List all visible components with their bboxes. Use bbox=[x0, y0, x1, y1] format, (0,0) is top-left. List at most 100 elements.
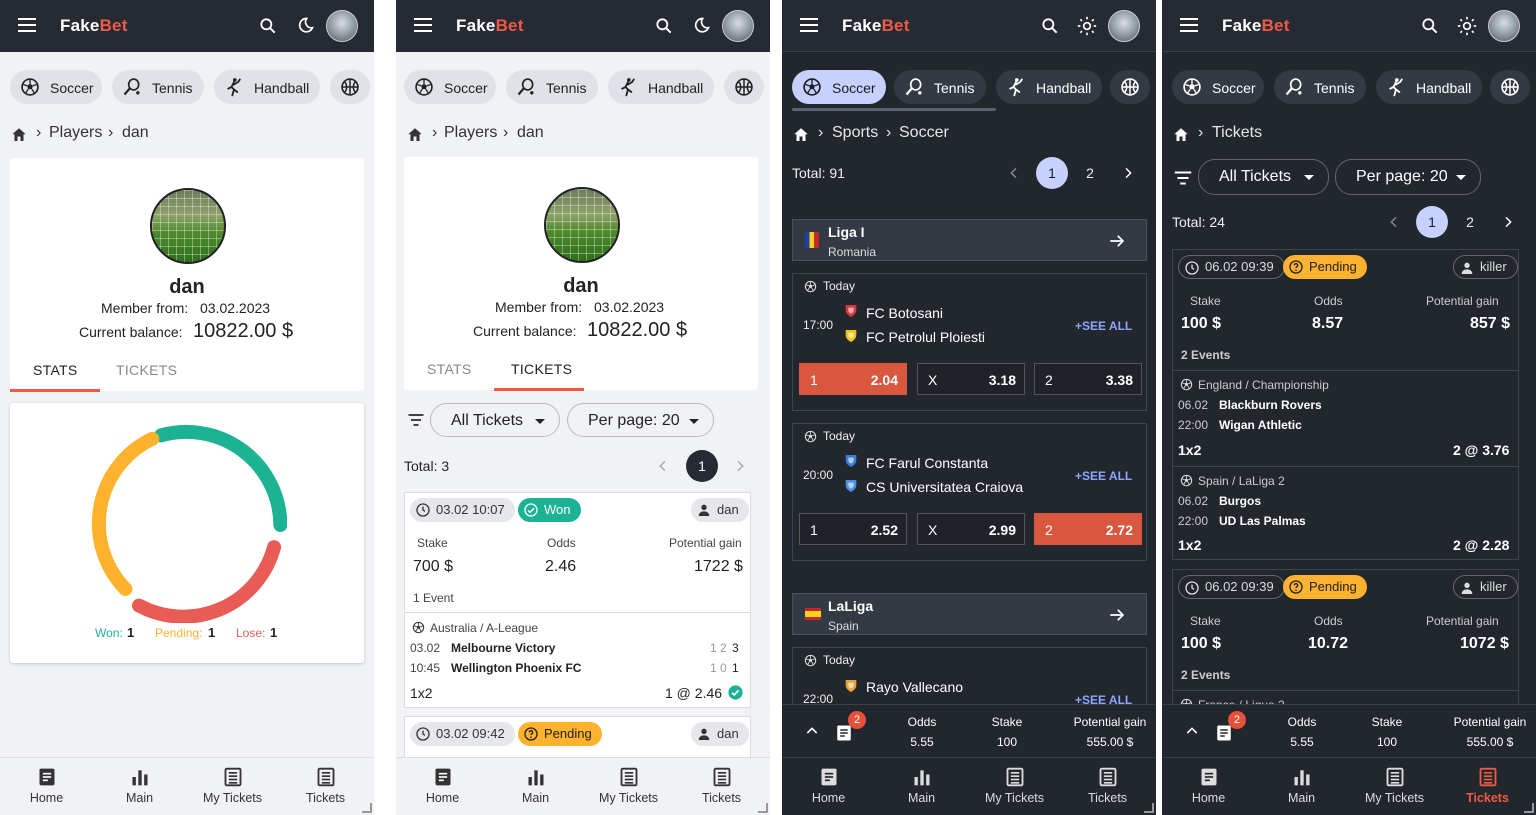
ticket-card[interactable]: 03.02 10:07 Won dan Stake Odds Potential… bbox=[404, 492, 751, 708]
chip-tennis[interactable]: Tennis bbox=[894, 70, 986, 104]
home-icon[interactable] bbox=[1172, 126, 1190, 144]
chevron-left-icon[interactable] bbox=[1386, 214, 1402, 230]
avatar[interactable] bbox=[1108, 10, 1140, 42]
per-page-select[interactable]: Per page: 20 bbox=[567, 403, 714, 437]
odd-button-1[interactable]: 1 2.52 bbox=[799, 513, 907, 545]
chip-tennis[interactable]: Tennis bbox=[112, 70, 204, 104]
chevron-left-icon[interactable] bbox=[655, 458, 671, 474]
league-header[interactable]: LaLiga Spain bbox=[792, 593, 1147, 635]
odd-button-x[interactable]: X 3.18 bbox=[917, 363, 1025, 395]
filter-icon[interactable] bbox=[1172, 167, 1194, 189]
nav-my-tickets[interactable]: My Tickets bbox=[582, 758, 675, 815]
moon-icon[interactable] bbox=[295, 16, 315, 36]
nav-main[interactable]: Main bbox=[93, 758, 186, 815]
odd-button-2[interactable]: 2 3.38 bbox=[1034, 363, 1142, 395]
tab-stats[interactable]: STATS bbox=[33, 362, 78, 378]
chevron-right-icon[interactable] bbox=[732, 458, 748, 474]
breadcrumb-players[interactable]: Players bbox=[444, 124, 497, 142]
chevron-left-icon[interactable] bbox=[1006, 165, 1022, 181]
breadcrumb-sports[interactable]: Sports bbox=[832, 124, 878, 142]
nav-my-tickets[interactable]: My Tickets bbox=[1348, 758, 1441, 815]
search-icon[interactable] bbox=[1040, 16, 1060, 36]
resize-handle[interactable] bbox=[362, 803, 372, 813]
menu-icon[interactable] bbox=[414, 14, 432, 34]
betslip-bar[interactable]: 2 Odds 5.55 Stake 100 Potential gain 555… bbox=[1162, 704, 1536, 756]
chevron-right-icon[interactable] bbox=[1120, 165, 1136, 181]
nav-tickets[interactable]: Tickets bbox=[675, 758, 768, 815]
search-icon[interactable] bbox=[258, 16, 278, 36]
ticket-filter-select[interactable]: All Tickets bbox=[1198, 159, 1329, 195]
nav-home[interactable]: Home bbox=[1162, 758, 1255, 815]
sun-icon[interactable] bbox=[1077, 16, 1097, 36]
resize-handle[interactable] bbox=[1524, 803, 1534, 813]
chevron-up-icon[interactable] bbox=[1184, 723, 1200, 739]
home-icon[interactable] bbox=[10, 126, 28, 144]
chip-basketball[interactable] bbox=[1110, 70, 1150, 104]
menu-icon[interactable] bbox=[1180, 14, 1198, 34]
see-all-link[interactable]: +SEE ALL bbox=[1075, 469, 1132, 483]
breadcrumb-players[interactable]: Players bbox=[49, 124, 102, 142]
nav-tickets[interactable]: Tickets bbox=[1441, 758, 1534, 815]
search-icon[interactable] bbox=[654, 16, 674, 36]
odd-button-x[interactable]: X 2.99 bbox=[917, 513, 1025, 545]
menu-icon[interactable] bbox=[800, 14, 818, 34]
chevron-right-icon[interactable] bbox=[1500, 214, 1516, 230]
chip-soccer[interactable]: Soccer bbox=[1172, 70, 1264, 104]
page-1[interactable]: 1 bbox=[1036, 157, 1068, 189]
nav-main[interactable]: Main bbox=[489, 758, 582, 815]
brand-logo[interactable]: FakeBet bbox=[1222, 16, 1290, 36]
chip-tennis[interactable]: Tennis bbox=[506, 70, 598, 104]
tab-tickets[interactable]: TICKETS bbox=[116, 362, 177, 378]
nav-home[interactable]: Home bbox=[782, 758, 875, 815]
chips-scrollbar[interactable] bbox=[792, 108, 996, 111]
avatar[interactable] bbox=[1488, 10, 1520, 42]
ticket-card[interactable]: 06.02 09:39 Pending killer Stake Odds Po… bbox=[1172, 249, 1519, 560]
chip-handball[interactable]: Handball bbox=[214, 70, 320, 104]
chip-handball[interactable]: Handball bbox=[1376, 70, 1482, 104]
menu-icon[interactable] bbox=[18, 14, 36, 34]
chip-basketball[interactable] bbox=[724, 70, 764, 104]
chevron-up-icon[interactable] bbox=[804, 723, 820, 739]
resize-handle[interactable] bbox=[1144, 803, 1154, 813]
chip-tennis[interactable]: Tennis bbox=[1274, 70, 1366, 104]
avatar[interactable] bbox=[722, 10, 754, 42]
home-icon[interactable] bbox=[792, 126, 810, 144]
avatar[interactable] bbox=[326, 10, 358, 42]
ticket-card[interactable]: 06.02 09:39 Pending killer Stake Odds Po… bbox=[1172, 569, 1519, 719]
brand-logo[interactable]: FakeBet bbox=[60, 16, 128, 36]
nav-my-tickets[interactable]: My Tickets bbox=[186, 758, 279, 815]
brand-logo[interactable]: FakeBet bbox=[842, 16, 910, 36]
nav-home[interactable]: Home bbox=[396, 758, 489, 815]
chip-handball[interactable]: Handball bbox=[996, 70, 1102, 104]
nav-my-tickets[interactable]: My Tickets bbox=[968, 758, 1061, 815]
chip-handball[interactable]: Handball bbox=[608, 70, 714, 104]
page-1[interactable]: 1 bbox=[1416, 206, 1448, 238]
chip-basketball[interactable] bbox=[330, 70, 370, 104]
betslip-bar[interactable]: 2 Odds 5.55 Stake 100 Potential gain 555… bbox=[782, 704, 1156, 756]
odd-button-1[interactable]: 1 2.04 bbox=[799, 363, 907, 395]
brand-logo[interactable]: FakeBet bbox=[456, 16, 524, 36]
league-header[interactable]: Liga I Romania bbox=[792, 219, 1147, 261]
nav-main[interactable]: Main bbox=[875, 758, 968, 815]
moon-icon[interactable] bbox=[691, 16, 711, 36]
nav-tickets[interactable]: Tickets bbox=[1061, 758, 1154, 815]
page-1[interactable]: 1 bbox=[686, 450, 718, 482]
per-page-select[interactable]: Per page: 20 bbox=[1335, 159, 1481, 195]
search-icon[interactable] bbox=[1420, 16, 1440, 36]
see-all-link[interactable]: +SEE ALL bbox=[1075, 319, 1132, 333]
chip-soccer[interactable]: Soccer bbox=[792, 70, 886, 104]
filter-icon[interactable] bbox=[406, 410, 426, 430]
chip-basketball[interactable] bbox=[1490, 70, 1530, 104]
chip-soccer[interactable]: Soccer bbox=[404, 70, 496, 104]
resize-handle[interactable] bbox=[758, 803, 768, 813]
chip-soccer[interactable]: Soccer bbox=[10, 70, 102, 104]
tab-stats[interactable]: STATS bbox=[427, 361, 472, 377]
sun-icon[interactable] bbox=[1457, 16, 1477, 36]
page-2[interactable]: 2 bbox=[1074, 157, 1106, 189]
nav-main[interactable]: Main bbox=[1255, 758, 1348, 815]
nav-home[interactable]: Home bbox=[0, 758, 93, 815]
ticket-filter-select[interactable]: All Tickets bbox=[430, 403, 560, 437]
tab-tickets[interactable]: TICKETS bbox=[511, 361, 572, 377]
nav-tickets[interactable]: Tickets bbox=[279, 758, 372, 815]
home-icon[interactable] bbox=[406, 126, 424, 144]
